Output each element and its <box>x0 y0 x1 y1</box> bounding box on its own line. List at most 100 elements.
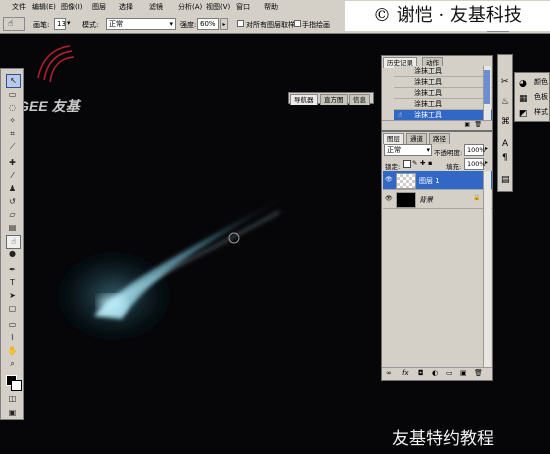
swatches-panel-button[interactable]: ▦ 色板 <box>516 90 550 105</box>
background-color-swatch[interactable] <box>11 380 22 391</box>
sample-all-layers-checkbox[interactable] <box>237 20 244 27</box>
tab-navigator[interactable]: 导航器 <box>290 94 318 105</box>
comet-head <box>98 295 126 313</box>
chevron-right-icon[interactable]: ▸ <box>485 159 488 166</box>
slice-tool-icon[interactable]: ⟋ <box>6 141 19 153</box>
menu-help[interactable]: 帮助 <box>264 2 278 12</box>
color-panel-button[interactable]: ◕ 颜色 <box>516 75 550 90</box>
move-tool-icon[interactable]: ↖ <box>6 74 21 88</box>
tab-layers[interactable]: 图层 <box>383 133 404 144</box>
pen-tool-icon[interactable]: ✒ <box>6 264 19 276</box>
mode-label: 模式: <box>82 21 99 29</box>
layer-style-icon[interactable]: fx <box>402 369 409 377</box>
history-brush-icon[interactable]: ↺ <box>6 196 19 208</box>
eraser-tool-icon[interactable]: ▱ <box>6 209 19 221</box>
lock-position-icon[interactable]: ✚ <box>420 159 425 167</box>
opacity-field[interactable]: 100% <box>464 144 486 156</box>
panel-dock-icons: ✂ ♨ ⌘ A ¶ ▤ <box>497 54 513 192</box>
trash-icon[interactable]: 🗑 <box>474 369 483 377</box>
new-snapshot-icon[interactable]: ▣ <box>464 121 470 128</box>
zoom-tool-icon[interactable]: ⌕ <box>6 358 19 370</box>
type-tool-icon[interactable]: T <box>6 277 19 289</box>
adjustment-layer-icon[interactable]: ◐ <box>432 369 438 377</box>
layers-scrollbar[interactable] <box>483 171 491 367</box>
brush-tool-icon[interactable]: ⁄ <box>6 170 19 182</box>
layer-row-selected[interactable]: 👁 图层 1 <box>383 171 492 190</box>
toolbox: ↖ ▭ ◌ ✧ ⌗ ⟋ ✚ ⁄ ♟ ↺ ▱ ▤ ☝ ● ✒ T ➤ ▢ ▭ ⌇ … <box>0 68 24 420</box>
tab-channels[interactable]: 通道 <box>406 133 427 144</box>
menu-image[interactable]: 图像(I) <box>61 2 83 12</box>
history-panel: 历史记录 动作 涂抹工具 涂抹工具 涂抹工具 涂抹工具 ☝ 涂抹工具 ▣ 🗑 <box>381 55 493 131</box>
screen-mode-icon[interactable]: ▣ <box>6 407 19 419</box>
layer-name: 图层 1 <box>419 177 440 185</box>
menu-analysis[interactable]: 分析(A) <box>178 2 202 12</box>
brush-presets-icon[interactable]: ♨ <box>501 97 509 107</box>
layer-comps-icon[interactable]: ▤ <box>501 175 510 185</box>
lasso-tool-icon[interactable]: ◌ <box>6 102 19 114</box>
history-scrollbar[interactable] <box>483 66 491 120</box>
menu-window[interactable]: 窗口 <box>236 2 250 12</box>
strength-field[interactable]: 60% <box>197 18 219 30</box>
styles-icon: ◩ <box>519 109 528 119</box>
finger-painting-checkbox[interactable] <box>294 20 301 27</box>
character-icon[interactable]: A <box>502 139 508 149</box>
layer-row[interactable]: 👁 背景 🔒 <box>383 190 492 209</box>
chevron-right-icon[interactable]: ▸ <box>485 145 488 152</box>
eye-icon[interactable]: 👁 <box>385 176 393 183</box>
clone-stamp-icon[interactable]: ♟ <box>6 183 19 195</box>
magic-wand-icon[interactable]: ✧ <box>6 115 19 127</box>
eye-icon[interactable]: 👁 <box>385 195 393 202</box>
marquee-tool-icon[interactable]: ▭ <box>6 89 19 101</box>
history-item[interactable]: 涂抹工具 <box>394 99 492 110</box>
tools-icon[interactable]: ✂ <box>501 77 509 87</box>
fill-field[interactable]: 100% <box>464 158 486 170</box>
healing-brush-icon[interactable]: ✚ <box>6 157 19 169</box>
opacity-label: 不透明度: <box>434 149 463 157</box>
menu-filter[interactable]: 滤镜 <box>149 2 163 12</box>
history-item[interactable]: 涂抹工具 <box>394 77 492 88</box>
menu-edit[interactable]: 编辑(E) <box>32 2 56 12</box>
chevron-down-icon[interactable]: ▾ <box>67 19 71 27</box>
menu-layer[interactable]: 图层 <box>92 2 106 12</box>
dodge-tool-icon[interactable]: ● <box>6 248 19 260</box>
lock-pixels-icon[interactable]: ✎ <box>412 159 417 167</box>
trash-icon[interactable]: 🗑 <box>474 121 482 128</box>
layer-mask-icon[interactable]: ◘ <box>418 369 424 377</box>
history-item[interactable]: 涂抹工具 <box>394 66 492 77</box>
new-layer-icon[interactable]: ▣ <box>460 369 467 377</box>
strength-slider-toggle[interactable]: ▸ <box>220 18 228 30</box>
lock-transparency-icon[interactable] <box>403 160 411 168</box>
paragraph-icon[interactable]: ¶ <box>502 153 508 163</box>
shape-tool-icon[interactable]: ▢ <box>6 303 19 315</box>
brush-size-field[interactable]: 13 <box>54 18 66 30</box>
notes-tool-icon[interactable]: ▭ <box>6 319 19 331</box>
blend-mode-select[interactable]: 正常 ▾ <box>384 144 432 156</box>
path-selection-icon[interactable]: ➤ <box>6 290 19 302</box>
new-group-icon[interactable]: ▭ <box>446 369 453 377</box>
quick-mask-icon[interactable]: ◫ <box>6 393 19 405</box>
scroll-thumb[interactable] <box>484 70 490 104</box>
eyedropper-icon[interactable]: ⌇ <box>6 332 19 344</box>
clone-source-icon[interactable]: ⌘ <box>501 117 510 127</box>
history-item[interactable]: 涂抹工具 <box>394 88 492 99</box>
mode-select[interactable]: 正常 ▾ <box>106 18 176 30</box>
menu-view[interactable]: 视图(V) <box>206 2 230 12</box>
tab-info[interactable]: 信息 <box>349 94 370 105</box>
chevron-down-icon: ▾ <box>169 20 173 28</box>
tool-preset-picker[interactable]: ☝ <box>3 17 25 31</box>
link-layers-icon[interactable]: ∞ <box>386 369 392 377</box>
chevron-right-icon: ▸ <box>222 21 226 28</box>
strength-label: 强度: <box>180 21 197 29</box>
tab-paths[interactable]: 路径 <box>429 133 450 144</box>
layers-panel: 图层 通道 路径 正常 ▾ 不透明度: 100% ▸ 锁定: ✎ ✚ ▪ 填充:… <box>381 131 493 381</box>
hand-tool-icon[interactable]: ✋ <box>6 345 19 357</box>
tab-histogram[interactable]: 直方图 <box>320 94 348 105</box>
smudge-tool-icon[interactable]: ☝ <box>6 235 21 249</box>
styles-panel-button[interactable]: ◩ 样式 <box>516 105 550 120</box>
crop-tool-icon[interactable]: ⌗ <box>6 128 19 140</box>
gradient-tool-icon[interactable]: ▤ <box>6 222 19 234</box>
menu-select[interactable]: 选择 <box>119 2 133 12</box>
lock-all-icon[interactable]: ▪ <box>428 159 432 167</box>
mode-value: 正常 <box>109 20 123 28</box>
menu-file[interactable]: 文件 <box>12 2 26 12</box>
